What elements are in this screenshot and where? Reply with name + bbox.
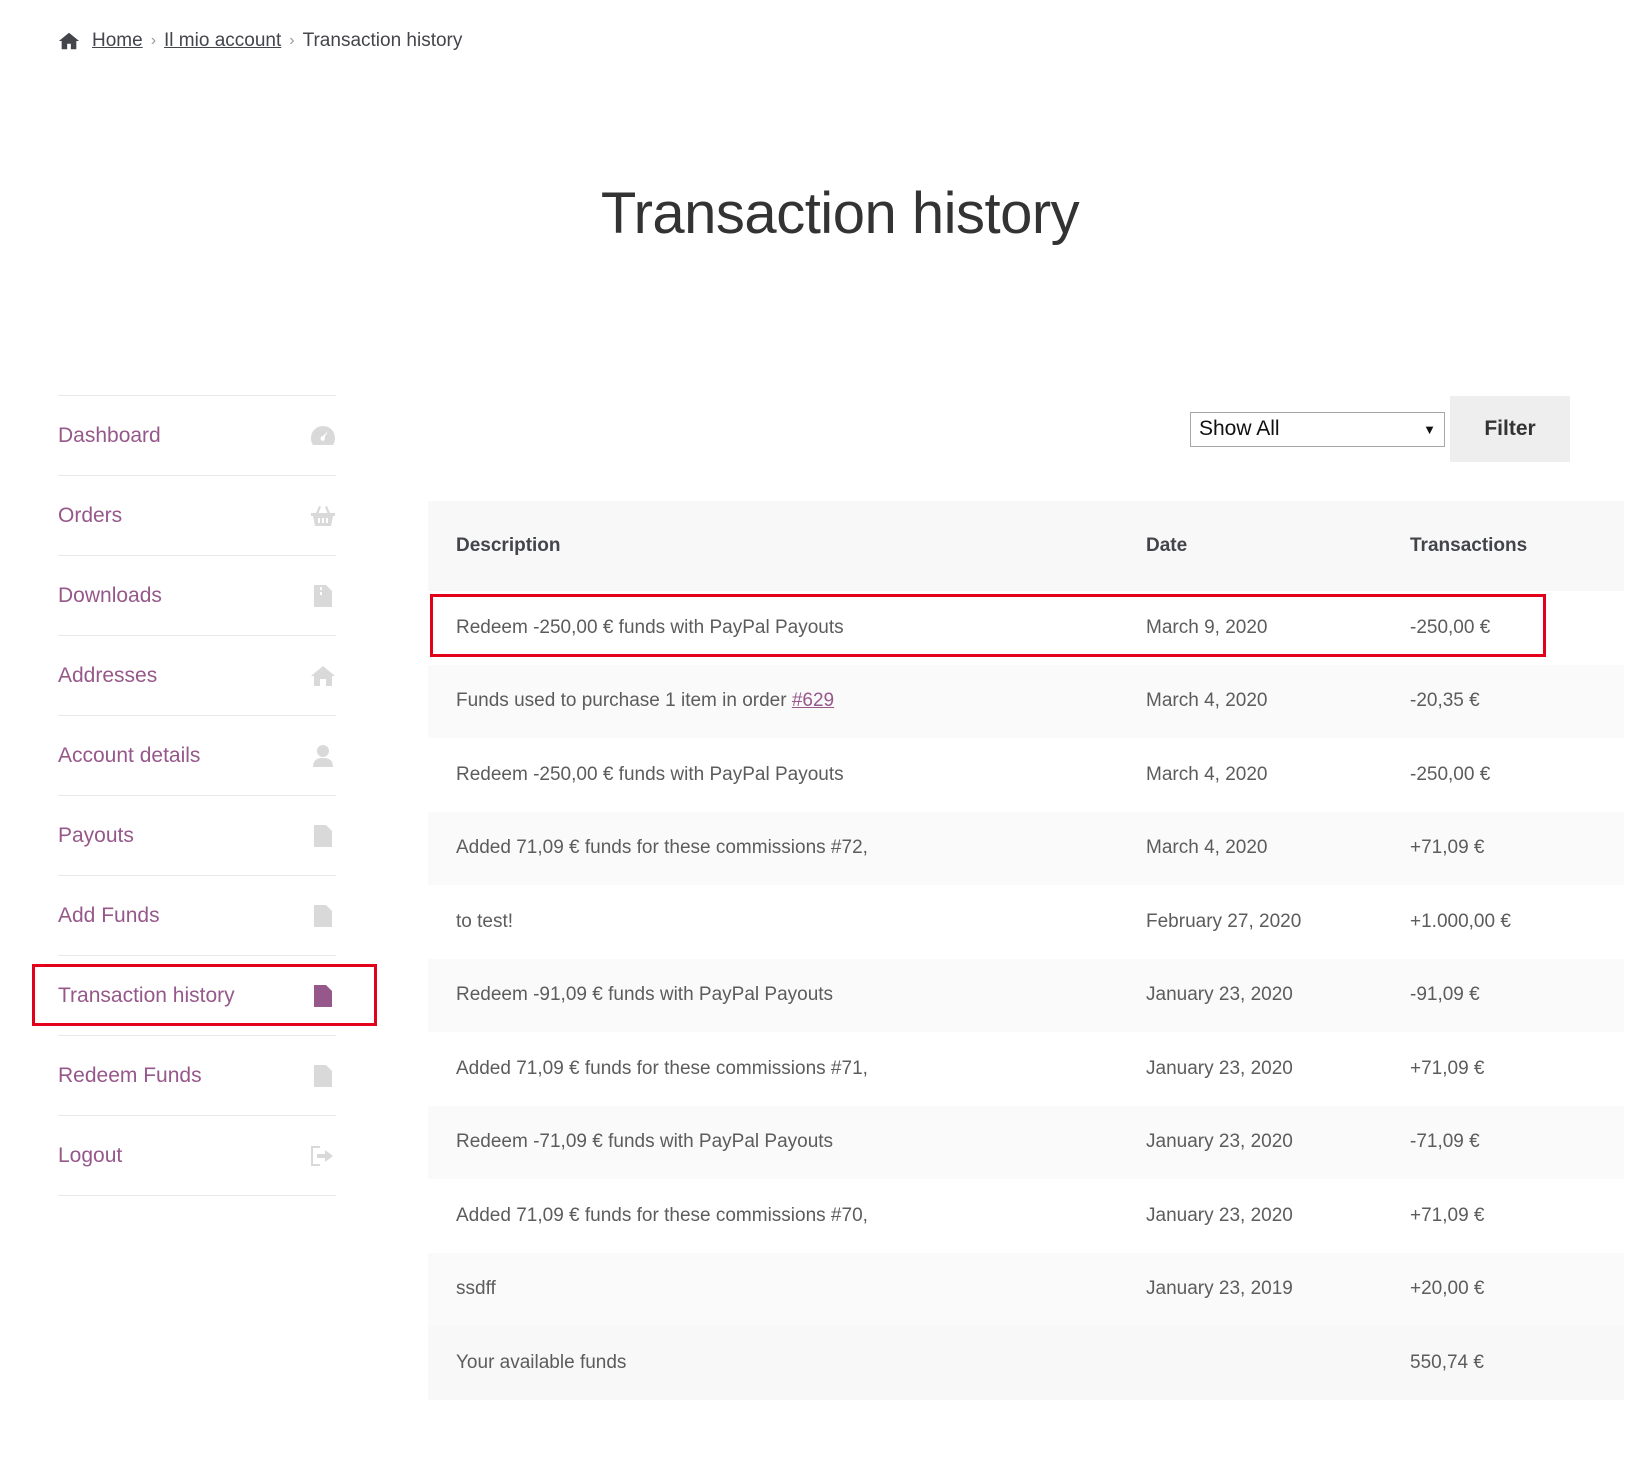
row-amount: -91,09 € — [1410, 984, 1480, 1006]
table-row: Added 71,09 € funds for these commission… — [428, 1179, 1624, 1253]
sidebar-item-orders[interactable]: Orders — [58, 476, 336, 556]
column-header-transactions: Transactions — [1410, 535, 1528, 556]
sidebar-item-label: Redeem Funds — [58, 1063, 202, 1087]
breadcrumb-current: Transaction history — [302, 30, 463, 51]
row-description: Added 71,09 € funds for these commission… — [456, 1057, 868, 1079]
column-header-date: Date — [1146, 535, 1188, 556]
document-icon — [310, 903, 336, 929]
file-icon — [310, 583, 336, 609]
select-value: Show All — [1199, 417, 1280, 440]
highlight-box — [430, 594, 1546, 657]
sidebar-item-label: Add Funds — [58, 903, 160, 927]
filter-bar: Show All ▼ Filter — [1190, 396, 1570, 462]
sidebar-item-label: Downloads — [58, 583, 162, 607]
table-row: Added 71,09 € funds for these commission… — [428, 811, 1624, 885]
row-date: January 23, 2020 — [1146, 984, 1293, 1006]
column-header-description: Description — [456, 535, 561, 556]
sidebar-item-label: Logout — [58, 1143, 123, 1167]
order-link[interactable]: #629 — [792, 690, 834, 711]
row-description: Added 71,09 € funds for these commission… — [456, 837, 868, 859]
row-date: February 27, 2020 — [1146, 910, 1302, 932]
table-row: Funds used to purchase 1 item in order #… — [428, 664, 1624, 738]
breadcrumb-separator: › — [150, 32, 157, 49]
row-date: January 23, 2019 — [1146, 1278, 1293, 1300]
sidebar-item-dashboard[interactable]: Dashboard — [58, 396, 336, 476]
sidebar-item-payouts[interactable]: Payouts — [58, 796, 336, 876]
table-row: Redeem -250,00 € funds with PayPal Payou… — [428, 738, 1624, 812]
home-icon[interactable] — [58, 31, 80, 51]
sidebar-item-label: Addresses — [58, 663, 158, 687]
sidebar-item-label: Account details — [58, 743, 201, 767]
table-row: ssdff January 23, 2019 +20,00 € — [428, 1252, 1624, 1326]
document-icon — [310, 1063, 336, 1089]
row-description: Funds used to purchase 1 item in order #… — [428, 690, 1146, 712]
row-amount: -250,00 € — [1410, 763, 1491, 785]
row-description: Redeem -71,09 € funds with PayPal Payout… — [456, 1131, 834, 1153]
sidebar-item-addresses[interactable]: Addresses — [58, 636, 336, 716]
sidebar-item-add-funds[interactable]: Add Funds — [58, 876, 336, 956]
table-row: Redeem -71,09 € funds with PayPal Payout… — [428, 1105, 1624, 1179]
page-title: Transaction history — [600, 181, 1080, 246]
row-amount: +20,00 € — [1410, 1278, 1485, 1300]
table-total-row: Your available funds 550,74 € — [428, 1326, 1624, 1400]
row-date: January 23, 2020 — [1146, 1057, 1293, 1079]
row-date: January 23, 2020 — [1146, 1131, 1293, 1153]
transaction-type-select[interactable]: Show All ▼ — [1190, 411, 1445, 447]
row-description: Added 71,09 € funds for these commission… — [456, 1204, 868, 1226]
row-description-text: Funds used to purchase 1 item in order — [456, 690, 792, 712]
row-amount: +71,09 € — [1410, 1057, 1485, 1079]
table-row: Redeem -91,09 € funds with PayPal Payout… — [428, 958, 1624, 1032]
sidebar-item-logout[interactable]: Logout — [58, 1116, 336, 1196]
sidebar-item-account-details[interactable]: Account details — [58, 716, 336, 796]
sidebar-item-downloads[interactable]: Downloads — [58, 556, 336, 636]
sidebar-item-label: Dashboard — [58, 423, 161, 447]
basket-icon — [310, 503, 336, 529]
dropdown-arrow-icon: ▼ — [1423, 421, 1436, 437]
row-date: March 4, 2020 — [1146, 763, 1268, 785]
user-icon — [310, 743, 336, 769]
breadcrumb: Home › Il mio account › Transaction hist… — [58, 30, 462, 52]
document-icon — [310, 823, 336, 849]
breadcrumb-separator: › — [289, 32, 295, 49]
sidebar-item-label: Payouts — [58, 823, 134, 847]
row-date: March 4, 2020 — [1146, 837, 1268, 859]
row-description: Redeem -250,00 € funds with PayPal Payou… — [456, 763, 844, 785]
row-date: January 23, 2020 — [1146, 1204, 1293, 1226]
row-amount: +71,09 € — [1410, 1204, 1485, 1226]
row-amount: -71,09 € — [1410, 1131, 1480, 1153]
row-description: to test! — [456, 910, 514, 932]
row-amount: +1.000,00 € — [1410, 910, 1511, 932]
table-header: Description Date Transactions — [428, 501, 1624, 591]
logout-icon — [310, 1143, 336, 1169]
filter-button[interactable]: Filter — [1450, 396, 1570, 462]
row-amount: -20,35 € — [1410, 690, 1480, 712]
row-description: Redeem -91,09 € funds with PayPal Payout… — [456, 984, 834, 1006]
table-row: Added 71,09 € funds for these commission… — [428, 1032, 1624, 1106]
account-navigation: Dashboard Orders Downloads Addresses Acc… — [58, 395, 336, 1196]
sidebar-item-redeem-funds[interactable]: Redeem Funds — [58, 1036, 336, 1116]
row-date: March 4, 2020 — [1146, 690, 1268, 712]
row-description: ssdff — [456, 1278, 496, 1300]
highlight-box — [32, 964, 377, 1026]
home-icon — [310, 663, 336, 689]
dashboard-icon — [310, 423, 336, 449]
total-amount: 550,74 € — [1410, 1351, 1484, 1373]
breadcrumb-account-link[interactable]: Il mio account — [164, 30, 281, 52]
sidebar-item-label: Orders — [58, 503, 123, 527]
total-label: Your available funds — [456, 1351, 627, 1373]
row-amount: +71,09 € — [1410, 837, 1485, 859]
table-row: to test! February 27, 2020 +1.000,00 € — [428, 885, 1624, 959]
breadcrumb-home-link[interactable]: Home — [92, 30, 143, 52]
